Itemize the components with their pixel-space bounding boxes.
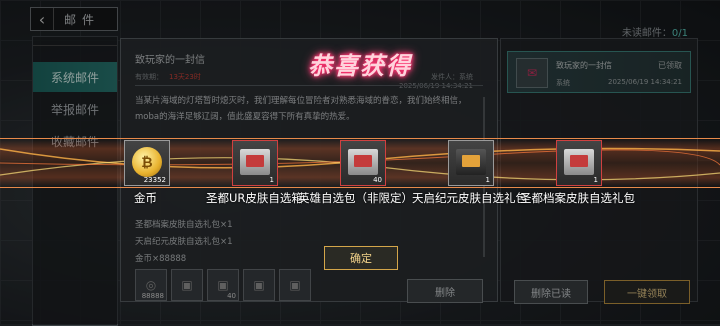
reward-title: 恭喜获得 [308,52,412,80]
reward-name: 天启纪元皮肤自选礼包 [412,191,527,205]
reward-count: 40 [373,176,382,184]
gift-box-icon [456,149,486,175]
reward-name: 圣都UR皮肤自选箱 [206,191,303,205]
reward-name: 圣都档案皮肤自选礼包 [520,191,635,205]
reward-count: 23352 [143,176,166,184]
reward-item-gold[interactable]: ₿ 23352 [124,140,170,186]
gift-box-icon [564,149,594,175]
gold-coin-icon: ₿ [132,147,162,177]
reward-item-shengdu-skin-pack[interactable]: 1 [556,140,602,186]
reward-count: 1 [269,176,274,184]
reward-name: 英雄自选包（非限定） [298,191,413,205]
confirm-button[interactable]: 确定 [324,246,398,270]
gift-box-icon [240,149,270,175]
reward-name: 金币 [134,191,157,205]
reward-item-ur-skin-box[interactable]: 1 [232,140,278,186]
reward-count: 1 [485,176,490,184]
gift-box-icon [348,149,378,175]
reward-count: 1 [593,176,598,184]
reward-item-hero-pack[interactable]: 40 [340,140,386,186]
reward-item-tianqi-skin-pack[interactable]: 1 [448,140,494,186]
